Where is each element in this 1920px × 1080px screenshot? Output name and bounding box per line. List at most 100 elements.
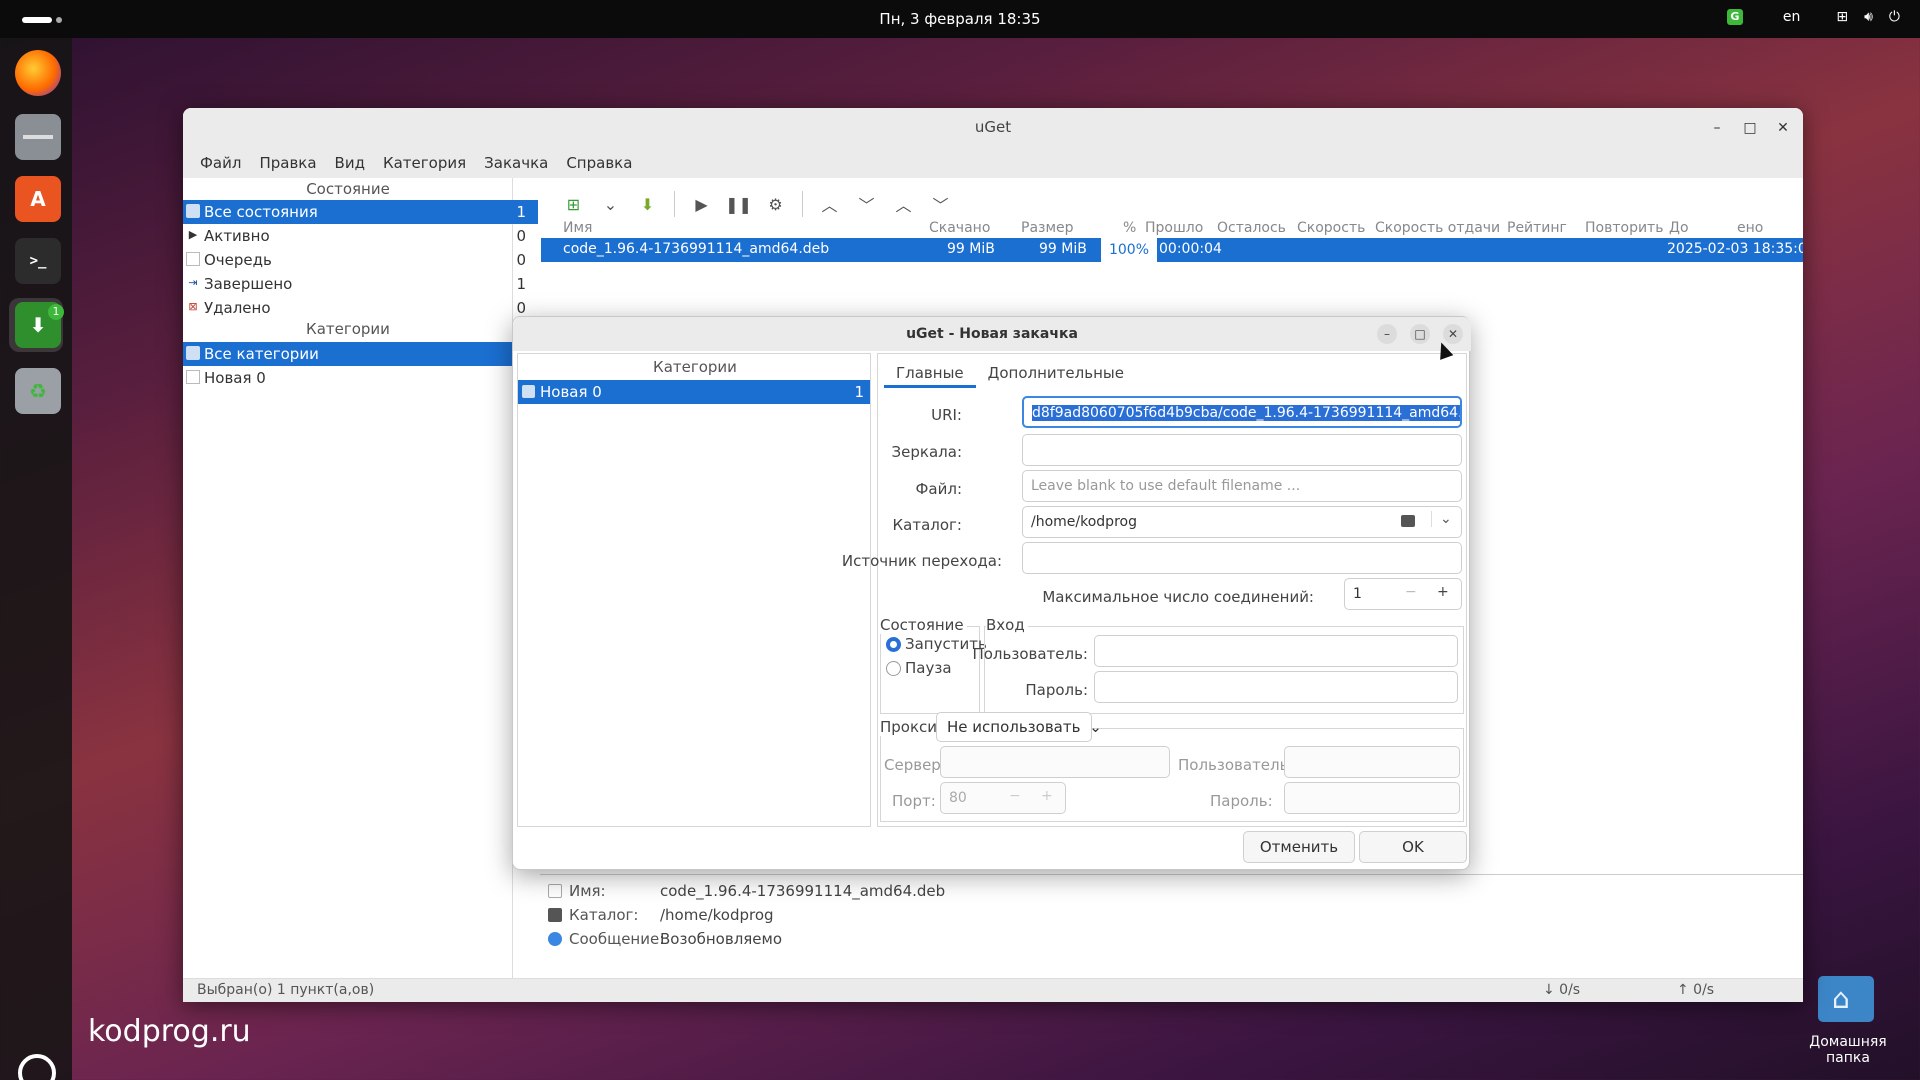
keyboard-layout[interactable]: en	[1783, 9, 1801, 25]
start-radio[interactable]	[886, 637, 901, 652]
pause-radio-label[interactable]: Пауза	[905, 659, 952, 677]
network-icon[interactable]: ⊞	[1836, 9, 1848, 25]
state-label: Завершено	[204, 275, 293, 293]
menu-category[interactable]: Категория	[374, 148, 475, 178]
plus-icon[interactable]: +	[1437, 584, 1449, 600]
col-retry[interactable]: Повторить	[1585, 220, 1663, 236]
file-icon	[548, 884, 562, 898]
status-bar: Выбран(о) 1 пункт(а,ов) ↓ 0/s ↑ 0/s	[183, 978, 1803, 1002]
show-apps-icon[interactable]	[18, 1054, 56, 1080]
col-remaining[interactable]: Осталось	[1217, 220, 1286, 236]
user-input[interactable]	[1094, 635, 1458, 667]
file-input[interactable]: Leave blank to use default filename ...	[1022, 470, 1462, 502]
col-upload-speed[interactable]: Скорость отдачи	[1375, 220, 1500, 236]
col-added-on-tail[interactable]: ено	[1737, 220, 1763, 236]
plus-icon[interactable]: +	[1041, 788, 1053, 804]
minimize-icon[interactable]: –	[1377, 324, 1397, 344]
col-name[interactable]: Имя	[563, 220, 592, 236]
referrer-input[interactable]	[1022, 542, 1462, 574]
home-folder-icon[interactable]	[1818, 976, 1874, 1022]
tab-general[interactable]: Главные	[884, 358, 976, 388]
ok-button[interactable]: OK	[1359, 831, 1467, 863]
col-downloaded[interactable]: Скачано	[929, 220, 990, 236]
proxy-user-input[interactable]	[1284, 746, 1460, 778]
state-item-recycled[interactable]: ⊠ Удалено 0	[183, 296, 538, 320]
col-speed[interactable]: Скорость	[1297, 220, 1365, 236]
folder-browse-icon[interactable]	[1401, 515, 1415, 527]
mirrors-input[interactable]	[1022, 434, 1462, 466]
state-item-all[interactable]: Все состояния 1	[183, 200, 538, 224]
password-label: Пароль:	[1025, 681, 1088, 699]
dialog-categories-header: Категории	[653, 358, 737, 376]
col-ratio[interactable]: Рейтинг	[1507, 220, 1567, 236]
home-folder-label[interactable]: Домашняя папка	[1788, 1034, 1908, 1066]
files-icon[interactable]	[15, 114, 61, 160]
download-name: code_1.96.4-1736991114_amd64.deb	[563, 241, 830, 257]
left-pane: Состояние Все состояния 1 ▶ Активно 0 Оч…	[183, 178, 538, 978]
system-tray[interactable]: G en ⊞ 🔊︎ ⏻	[1726, 9, 1900, 25]
watermark-text: kodprog.ru	[88, 1014, 251, 1049]
window-titlebar[interactable]: uGet – □ ✕	[183, 108, 1803, 148]
max-connections-stepper[interactable]: 1 − +	[1344, 578, 1462, 610]
pause-radio[interactable]	[886, 661, 901, 676]
firefox-icon[interactable]	[15, 50, 61, 96]
maximize-icon[interactable]: □	[1410, 324, 1430, 344]
menu-download[interactable]: Закачка	[475, 148, 557, 178]
info-message-value: Возобновляемо	[660, 930, 783, 948]
download-elapsed: 00:00:04	[1159, 241, 1222, 257]
col-elapsed[interactable]: Прошло	[1145, 220, 1203, 236]
category-item-new0[interactable]: Новая 0	[183, 366, 513, 390]
user-label: Пользователь:	[972, 645, 1088, 663]
finished-icon: ⇥	[188, 276, 198, 289]
download-row[interactable]: code_1.96.4-1736991114_amd64.deb 99 MiB …	[541, 238, 1803, 262]
minimize-icon[interactable]: –	[1707, 118, 1727, 138]
state-item-active[interactable]: ▶ Активно 0	[183, 224, 538, 248]
clock[interactable]: Пн, 3 февраля 18:35	[0, 10, 1920, 28]
proxy-port-stepper[interactable]: 80 − +	[940, 782, 1066, 814]
window-title: uGet	[974, 118, 1012, 136]
queue-icon	[186, 252, 200, 266]
state-header: Состояние	[306, 180, 390, 198]
proxy-password-input[interactable]	[1284, 782, 1460, 814]
info-name-value: code_1.96.4-1736991114_amd64.deb	[660, 882, 946, 900]
tab-advanced[interactable]: Дополнительные	[976, 358, 1136, 388]
proxy-dropdown[interactable]: Не использовать ⌄	[936, 712, 1102, 742]
menu-edit[interactable]: Правка	[250, 148, 325, 178]
dialog-titlebar[interactable]: uGet - Новая закачка – □ ✕	[513, 317, 1471, 351]
cancel-button[interactable]: Отменить	[1243, 831, 1355, 863]
col-percent[interactable]: %	[1123, 220, 1136, 236]
volume-icon[interactable]: 🔊︎	[1864, 9, 1873, 25]
uri-input[interactable]: d8f9ad8060705f6d4b9cba/code_1.96.4-17369…	[1022, 396, 1462, 428]
category-icon	[186, 346, 200, 360]
max-connections-value: 1	[1353, 586, 1362, 602]
info-name-label: Имя:	[569, 882, 606, 900]
power-icon[interactable]: ⏻	[1889, 9, 1900, 25]
proxy-server-input[interactable]	[940, 746, 1170, 778]
minus-icon[interactable]: −	[1405, 584, 1417, 600]
menu-help[interactable]: Справка	[557, 148, 641, 178]
col-size[interactable]: Размер	[1021, 220, 1074, 236]
folder-label: Каталог:	[892, 516, 962, 534]
state-item-finished[interactable]: ⇥ Завершено 1	[183, 272, 538, 296]
dialog-title: uGet - Новая закачка	[906, 326, 1078, 342]
password-input[interactable]	[1094, 671, 1458, 703]
proxy-port-label: Порт:	[892, 792, 936, 810]
terminal-icon[interactable]: >_	[15, 238, 61, 284]
chevron-down-icon[interactable]: ⌄	[1431, 511, 1452, 527]
state-item-queue[interactable]: Очередь 0	[183, 248, 538, 272]
close-icon[interactable]: ✕	[1773, 118, 1793, 138]
top-bar: Пн, 3 февраля 18:35 G en ⊞ 🔊︎ ⏻	[0, 0, 1920, 38]
dialog-category-item[interactable]: Новая 0 1	[518, 380, 870, 404]
status-up-speed: ↑ 0/s	[1677, 982, 1715, 998]
trash-icon[interactable]: ♻	[15, 368, 61, 414]
proxy-password-label: Пароль:	[1210, 792, 1273, 810]
uget-tray-icon[interactable]: G	[1726, 9, 1743, 25]
maximize-icon[interactable]: □	[1740, 118, 1760, 138]
col-added-on[interactable]: До	[1669, 220, 1689, 236]
menu-view[interactable]: Вид	[326, 148, 374, 178]
minus-icon[interactable]: −	[1009, 788, 1021, 804]
category-item-all[interactable]: Все категории	[183, 342, 513, 366]
app-center-icon[interactable]: A	[15, 176, 61, 222]
menu-file[interactable]: Файл	[191, 148, 250, 178]
folder-input[interactable]: /home/kodprog ⌄	[1022, 506, 1462, 538]
